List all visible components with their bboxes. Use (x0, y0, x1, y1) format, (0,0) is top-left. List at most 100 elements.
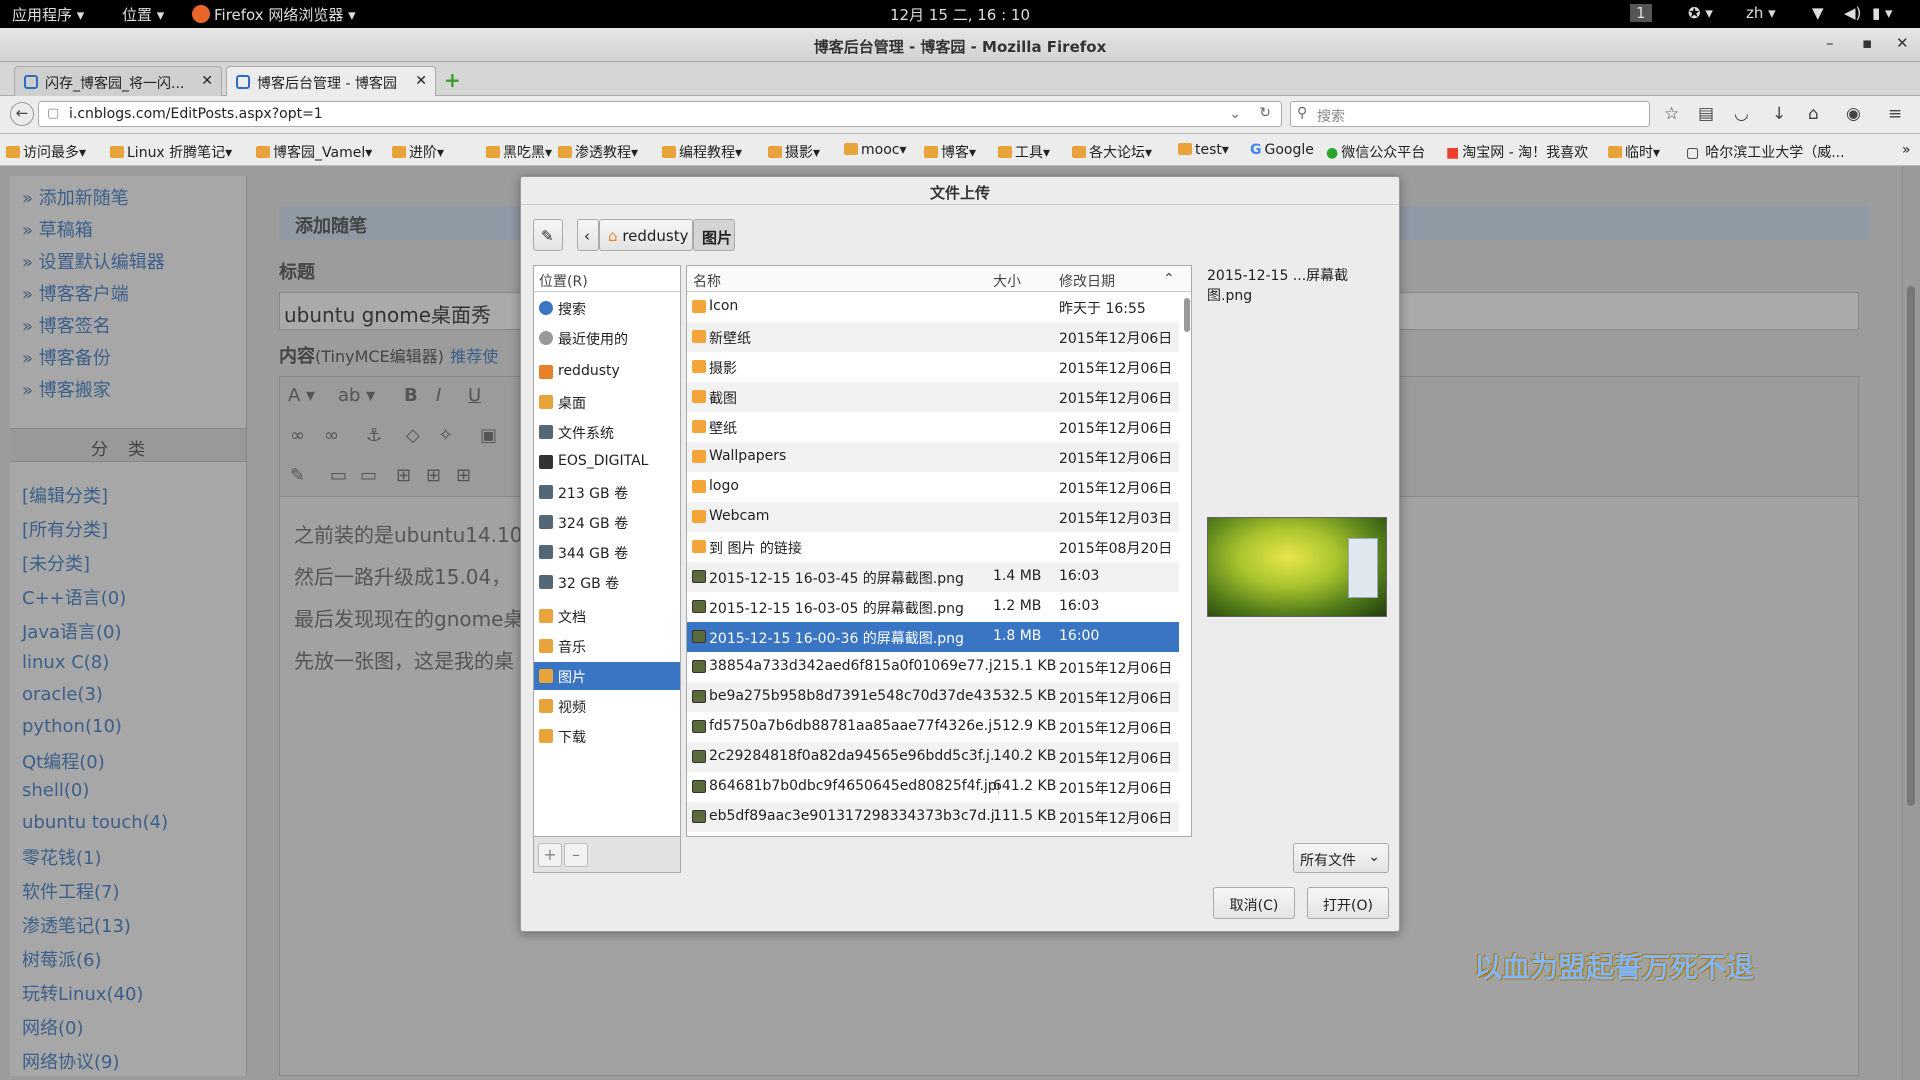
category-item[interactable]: python(10) (22, 716, 122, 737)
bookmark-item[interactable]: 摄影▾ (768, 142, 820, 162)
cleanup-icon[interactable]: ✧ (438, 425, 453, 446)
search-input[interactable]: ⚲ 搜索 (1290, 101, 1650, 127)
category-item[interactable]: [编辑分类] (22, 482, 108, 508)
workspace-indicator[interactable]: 1 (1630, 4, 1652, 22)
sidebar-link-default-editor[interactable]: » 设置默认编辑器 (22, 248, 165, 274)
back-icon[interactable]: ← (10, 102, 34, 126)
place-pictures[interactable]: 图片 (534, 662, 680, 690)
category-item[interactable]: C++语言(0) (22, 584, 126, 610)
category-item[interactable]: 软件工程(7) (22, 878, 120, 904)
file-row[interactable]: fd5750a7b6db88781aa85aae77f4326e.j... 512… (687, 712, 1179, 742)
open-button[interactable]: 打开(O) (1307, 887, 1389, 919)
network-icon[interactable]: ▼ (1812, 4, 1824, 22)
link-icon[interactable]: ∞ (290, 425, 305, 446)
category-item[interactable]: linux C(8) (22, 652, 109, 673)
edit-icon[interactable]: ✎ (290, 465, 305, 486)
bookmark-item[interactable]: test▾ (1178, 142, 1229, 158)
place-search[interactable]: 搜索 (534, 294, 680, 322)
clock[interactable]: 12月 15 二, 16 : 10 (890, 4, 1030, 25)
bookmark-item[interactable]: 进阶▾ (392, 142, 444, 162)
file-type-filter[interactable]: 所有文件 ⌄ (1293, 843, 1389, 873)
column-icon[interactable]: ⊞ (426, 465, 441, 486)
column-date[interactable]: 修改日期 (1059, 271, 1115, 291)
row-icon[interactable]: ⊞ (396, 465, 411, 486)
category-item[interactable]: 玩转Linux(40) (22, 980, 143, 1006)
bookmark-item[interactable]: ● 微信公众平台 (1326, 142, 1425, 162)
pocket-icon[interactable]: ◡ (1734, 104, 1749, 124)
url-bar[interactable]: ▢ i.cnblogs.com/EditPosts.aspx?opt=1 ⌄ ↻ (38, 101, 1282, 127)
page-info-icon[interactable]: ▢ (47, 106, 59, 121)
file-list-scrollbar[interactable] (1183, 292, 1191, 836)
folder-row[interactable]: Icon 昨天于 16:55 (687, 292, 1179, 322)
scrollbar-thumb[interactable] (1184, 298, 1190, 332)
path-back-icon[interactable]: ‹ (577, 219, 599, 251)
underline-icon[interactable]: U (468, 385, 481, 406)
bookmark-item[interactable]: 访问最多▾ (6, 142, 86, 162)
column-size[interactable]: 大小 (993, 271, 1021, 291)
place-music[interactable]: 音乐 (534, 632, 680, 660)
file-row[interactable]: 2015-12-15 16-03-45 的屏幕截图.png 1.4 MB 16:03 (687, 562, 1179, 592)
volume-icon[interactable]: ◀) (1844, 4, 1861, 22)
bookmark-item[interactable]: 博客▾ (924, 142, 976, 162)
category-item[interactable]: Java语言(0) (22, 618, 122, 644)
cancel-button[interactable]: 取消(C) (1213, 887, 1295, 919)
sidebar-link-move[interactable]: » 博客搬家 (22, 376, 111, 402)
maximize-icon[interactable]: ▪ (1862, 34, 1872, 52)
scrollbar-thumb[interactable] (1907, 286, 1915, 806)
add-bookmark-button[interactable]: + (538, 843, 562, 867)
bookmark-item[interactable]: 各大论坛▾ (1072, 142, 1152, 162)
place-downloads[interactable]: 下载 (534, 722, 680, 750)
folder-row[interactable]: 壁纸 2015年12月06日 (687, 412, 1179, 442)
image-insert-icon[interactable]: ▣ (480, 425, 497, 446)
unlink-icon[interactable]: ∞ (324, 425, 339, 446)
sidebar-link-backup[interactable]: » 博客备份 (22, 344, 111, 370)
category-item[interactable]: [所有分类] (22, 516, 108, 542)
place-filesystem[interactable]: 文件系统 (534, 418, 680, 446)
file-row[interactable]: 2015-12-15 16-03-05 的屏幕截图.png 1.2 MB 16:03 (687, 592, 1179, 622)
sidebar-link-add-post[interactable]: » 添加新随笔 (22, 184, 129, 210)
eraser-icon[interactable]: ◇ (406, 425, 420, 446)
bookmark-item[interactable]: 临时▾ (1608, 142, 1660, 162)
bold-icon[interactable]: B (404, 385, 418, 406)
bookmark-item[interactable]: ▢ 哈尔滨工业大学（威... (1686, 142, 1845, 162)
applications-menu[interactable]: 应用程序 ▾ (12, 4, 84, 25)
download-icon[interactable]: ↓ (1772, 104, 1786, 124)
bookmark-item[interactable]: ■ 淘宝网 - 淘！我喜欢 (1446, 142, 1588, 162)
bookmarks-overflow-icon[interactable]: » (1902, 142, 1911, 158)
highlight-icon[interactable]: ab ▾ (338, 385, 375, 406)
place-home[interactable]: reddusty (534, 358, 680, 386)
file-row[interactable]: 38854a733d342aed6f815a0f01069e77.j... 215… (687, 652, 1179, 682)
folder-row[interactable]: 到 图片 的链接 2015年08月20日 (687, 532, 1179, 562)
category-item[interactable]: 网络(0) (22, 1014, 84, 1040)
italic-icon[interactable]: I (436, 385, 441, 406)
place-videos[interactable]: 视频 (534, 692, 680, 720)
folder-row[interactable]: 摄影 2015年12月06日 (687, 352, 1179, 382)
menu-icon[interactable]: ≡ (1888, 104, 1902, 124)
folder-row[interactable]: 新壁纸 2015年12月06日 (687, 322, 1179, 352)
file-row[interactable]: 2c29284818f0a82da94565e96bdd5c3f.j... 140… (687, 742, 1179, 772)
category-item[interactable]: 渗透笔记(13) (22, 912, 131, 938)
path-segment-pictures[interactable]: 图片 (693, 219, 735, 251)
place-volume-32[interactable]: 32 GB 卷 (534, 568, 680, 596)
place-desktop[interactable]: 桌面 (534, 388, 680, 416)
category-item[interactable]: Qt编程(0) (22, 748, 105, 774)
tab-shancun[interactable]: 闪存_博客园_将一闪... ✕ (14, 66, 222, 96)
anchor-icon[interactable]: ⚓ (366, 425, 382, 446)
tab-close-icon[interactable]: ✕ (415, 73, 427, 89)
language-menu[interactable]: zh ▾ (1746, 4, 1776, 22)
chat-icon[interactable]: ◉ (1846, 104, 1861, 124)
category-item[interactable]: 树莓派(6) (22, 946, 102, 972)
sidebar-link-client[interactable]: » 博客客户端 (22, 280, 129, 306)
battery-icon[interactable]: ▮ ▾ (1872, 4, 1893, 22)
bookmark-item[interactable]: mooc▾ (844, 142, 907, 158)
file-row[interactable]: 2015-12-15 16-00-36 的屏幕截图.png 1.8 MB 16:00 (687, 622, 1179, 652)
firefox-app-menu[interactable]: Firefox 网络浏览器 ▾ (192, 4, 356, 25)
bookmark-item[interactable]: 工具▾ (998, 142, 1050, 162)
bookmark-item[interactable]: Linux 折腾笔记▾ (110, 142, 232, 162)
file-row[interactable]: 864681b7b0dbc9f4650645ed80825f4f.jpg 641.… (687, 772, 1179, 802)
accessibility-icon[interactable]: ✪ ▾ (1688, 4, 1713, 22)
places-menu[interactable]: 位置 ▾ (122, 4, 164, 25)
edit-location-icon[interactable]: ✎ (533, 219, 563, 251)
font-color-icon[interactable]: A ▾ (288, 385, 315, 406)
sidebar-link-drafts[interactable]: » 草稿箱 (22, 216, 93, 242)
